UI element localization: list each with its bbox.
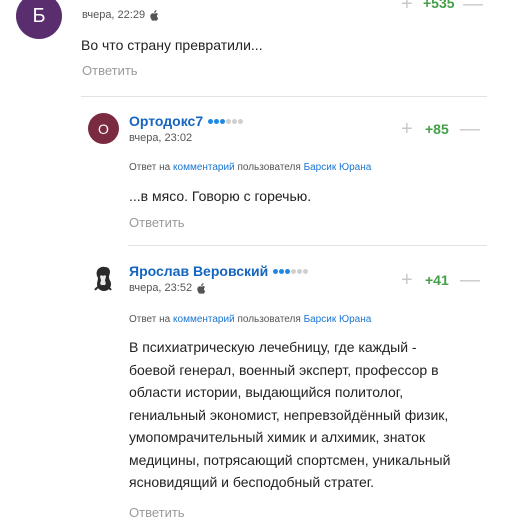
reply-to-user-link[interactable]: Барсик Юрана (304, 314, 372, 325)
comment-text-line: боевой генерал, военный эксперт, професс… (129, 361, 439, 378)
rating-dot-filled (273, 268, 279, 274)
comment-text: Во что страну превратили... (81, 37, 263, 53)
comment-text: ...в мясо. Говорю с горечью. (129, 188, 312, 204)
avatar[interactable]: Б (16, 0, 62, 39)
comment-text-line: В психиатрическую лечебницу, где каждый … (129, 339, 417, 355)
rating-dot-empty (232, 118, 238, 124)
comment-text-line: области истории, выдающийся политолог, (129, 384, 404, 400)
reply-button[interactable]: Ответить (82, 63, 138, 78)
divider (81, 96, 487, 97)
time-text: вчера, 23:52 (129, 282, 193, 294)
rating-dot-empty (303, 268, 309, 274)
comment-time: вчера, 23:02 (129, 132, 192, 144)
reply-button[interactable]: Ответить (129, 215, 185, 230)
rating-dot-filled (279, 268, 285, 274)
rating-dots (273, 268, 309, 274)
reply-to-line: Ответ на комментарий пользователя Барсик… (129, 314, 371, 325)
apple-icon (150, 9, 159, 21)
upvote-button[interactable]: + (401, 119, 413, 139)
avatar-letter: Б (32, 4, 46, 27)
rating-dot-filled (208, 118, 214, 124)
reply-to-prefix: Ответ на (129, 162, 171, 173)
avatar-letter: О (98, 120, 109, 137)
comment-text-line: гениальный экономист, непревзойдённый фи… (129, 406, 449, 423)
rating-dot-empty (291, 268, 297, 274)
score: +41 (425, 272, 449, 288)
reply-to-comment-link[interactable]: комментарий (173, 162, 235, 173)
rating-dot-empty (238, 118, 244, 124)
comment-text-line: умопомрачительный химик и алхимик, знато… (129, 429, 426, 445)
portrait-icon (88, 263, 119, 294)
rating-dot-filled (285, 268, 291, 274)
divider (128, 245, 487, 246)
upvote-button[interactable]: + (401, 270, 413, 290)
downvote-button[interactable]: — (460, 119, 480, 139)
downvote-button[interactable]: — (463, 0, 483, 14)
rating-dot-filled (214, 118, 220, 124)
comment-text: В психиатрическую лечебницу, где каждый … (129, 336, 509, 494)
comment-text-line: медицины, потрясающий спортсмен, уникаль… (129, 451, 451, 468)
comment-time: вчера, 22:29 (82, 9, 159, 21)
score: +535 (423, 0, 455, 11)
author-name[interactable]: Ортодокс7 (129, 113, 203, 129)
rating-dot-filled (220, 118, 226, 124)
reply-button[interactable]: Ответить (129, 505, 185, 520)
reply-to-middle: пользователя (237, 314, 301, 325)
reply-to-line: Ответ на комментарий пользователя Барсик… (129, 162, 371, 173)
time-text: вчера, 22:29 (82, 9, 146, 21)
author-name[interactable]: Ярослав Веровский (129, 263, 268, 279)
upvote-button[interactable]: + (401, 0, 413, 14)
rating-dots (208, 118, 244, 124)
time-text: вчера, 23:02 (129, 132, 193, 144)
avatar[interactable]: О (88, 113, 119, 144)
downvote-button[interactable]: — (460, 270, 480, 290)
reply-to-user-link[interactable]: Барсик Юрана (304, 162, 372, 173)
rating-dot-empty (297, 268, 303, 274)
reply-to-comment-link[interactable]: комментарий (173, 314, 235, 325)
reply-to-prefix: Ответ на (129, 314, 171, 325)
author-row: Ярослав Веровский (129, 263, 309, 279)
author-row: Ортодокс7 (129, 113, 244, 129)
reply-to-middle: пользователя (237, 162, 301, 173)
rating-dot-empty (226, 118, 232, 124)
comment-time: вчера, 23:52 (129, 282, 206, 294)
comment-text-line: ясновидящий и бесподобный стратег. (129, 474, 375, 490)
avatar[interactable] (88, 263, 119, 294)
apple-icon (197, 282, 206, 294)
author-name-clipped[interactable] (82, 0, 152, 2)
score: +85 (425, 121, 449, 137)
